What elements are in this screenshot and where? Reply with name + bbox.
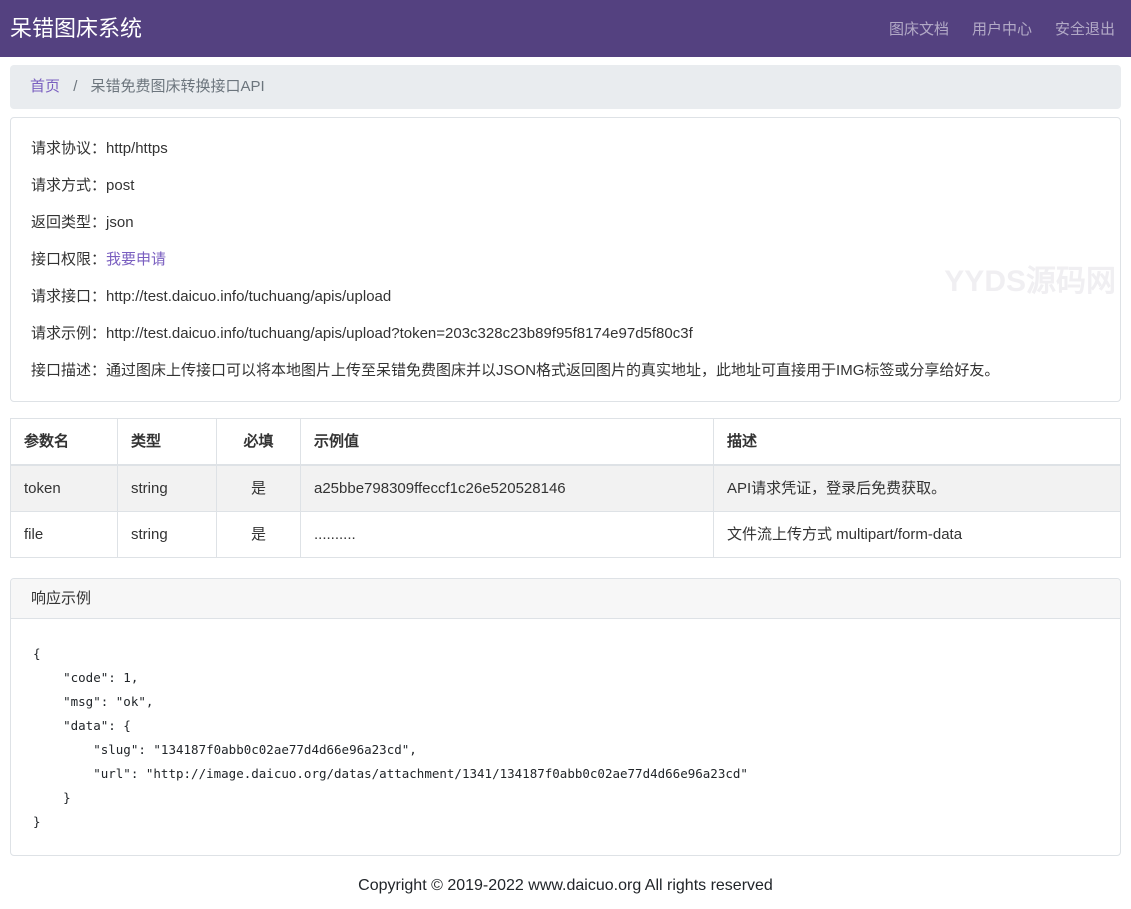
- code-line: "data": {: [33, 714, 1100, 738]
- navbar: 呆错图床系统 图床文档 用户中心 安全退出: [0, 0, 1131, 57]
- table-row: token string 是 a25bbe798309ffeccf1c26e52…: [11, 465, 1121, 512]
- breadcrumb: 首页 / 呆错免费图床转换接口API: [10, 65, 1121, 109]
- param-description-cell: API请求凭证，登录后免费获取。: [714, 465, 1121, 512]
- param-required-cell: 是: [217, 512, 301, 558]
- api-endpoint-line: 请求接口：http://test.daicuo.info/tuchuang/ap…: [31, 286, 1100, 307]
- table-row: file string 是 .......... 文件流上传方式 multipa…: [11, 512, 1121, 558]
- api-description-value: 通过图床上传接口可以将本地图片上传至呆错免费图床并以JSON格式返回图片的真实地…: [106, 362, 999, 379]
- api-description-line: 接口描述：通过图床上传接口可以将本地图片上传至呆错免费图床并以JSON格式返回图…: [31, 360, 1100, 381]
- code-line: "msg": "ok",: [33, 690, 1100, 714]
- code-line: }: [33, 786, 1100, 810]
- col-header-required: 必填: [217, 419, 301, 466]
- api-example-line: 请求示例：http://test.daicuo.info/tuchuang/ap…: [31, 323, 1100, 344]
- api-example-value: http://test.daicuo.info/tuchuang/apis/up…: [106, 325, 693, 342]
- code-line: }: [33, 810, 1100, 834]
- nav-link-user-center[interactable]: 用户中心: [972, 18, 1032, 39]
- api-example-label: 请求示例：: [31, 325, 106, 342]
- breadcrumb-separator: /: [73, 78, 77, 95]
- api-return-type-label: 返回类型：: [31, 214, 106, 231]
- param-example-cell: a25bbe798309ffeccf1c26e520528146: [301, 465, 714, 512]
- api-method-label: 请求方式：: [31, 177, 106, 194]
- api-return-type-value: json: [106, 214, 134, 231]
- api-endpoint-label: 请求接口：: [31, 288, 106, 305]
- api-permission-label: 接口权限：: [31, 251, 106, 268]
- api-protocol-line: 请求协议：http/https: [31, 138, 1100, 159]
- nav-link-docs[interactable]: 图床文档: [889, 18, 949, 39]
- code-line: "slug": "134187f0abb0c02ae77d4d66e96a23c…: [33, 738, 1100, 762]
- api-permission-line: 接口权限：我要申请: [31, 249, 1100, 270]
- api-info-panel: 请求协议：http/https 请求方式：post 返回类型：json 接口权限…: [10, 117, 1121, 402]
- param-name-cell: file: [11, 512, 118, 558]
- response-code-block: { "code": 1, "msg": "ok", "data": { "slu…: [11, 619, 1120, 855]
- table-header-row: 参数名 类型 必填 示例值 描述: [11, 419, 1121, 466]
- code-line: "code": 1,: [33, 666, 1100, 690]
- breadcrumb-home-link[interactable]: 首页: [30, 78, 60, 95]
- response-example-title: 响应示例: [11, 579, 1120, 619]
- param-required-cell: 是: [217, 465, 301, 512]
- api-return-type-line: 返回类型：json: [31, 212, 1100, 233]
- code-line: {: [33, 642, 1100, 666]
- api-endpoint-value: http://test.daicuo.info/tuchuang/apis/up…: [106, 288, 391, 305]
- navbar-links: 图床文档 用户中心 安全退出: [866, 18, 1115, 39]
- nav-link-logout[interactable]: 安全退出: [1055, 18, 1115, 39]
- response-example-panel: 响应示例 { "code": 1, "msg": "ok", "data": {…: [10, 578, 1121, 856]
- param-description-cell: 文件流上传方式 multipart/form-data: [714, 512, 1121, 558]
- param-name-cell: token: [11, 465, 118, 512]
- code-line: "url": "http://image.daicuo.org/datas/at…: [33, 762, 1100, 786]
- col-header-type: 类型: [118, 419, 217, 466]
- api-description-label: 接口描述：: [31, 362, 106, 379]
- col-header-example: 示例值: [301, 419, 714, 466]
- col-header-param-name: 参数名: [11, 419, 118, 466]
- breadcrumb-current-page: 呆错免费图床转换接口API: [91, 78, 265, 95]
- api-method-value: post: [106, 177, 134, 194]
- api-protocol-value: http/https: [106, 140, 168, 157]
- brand-title[interactable]: 呆错图床系统: [10, 0, 142, 57]
- api-protocol-label: 请求协议：: [31, 140, 106, 157]
- col-header-description: 描述: [714, 419, 1121, 466]
- param-example-cell: ..........: [301, 512, 714, 558]
- api-method-line: 请求方式：post: [31, 175, 1100, 196]
- param-type-cell: string: [118, 465, 217, 512]
- param-type-cell: string: [118, 512, 217, 558]
- apply-permission-link[interactable]: 我要申请: [106, 251, 166, 268]
- params-table: 参数名 类型 必填 示例值 描述 token string 是 a25bbe79…: [10, 418, 1121, 558]
- footer-copyright: Copyright © 2019-2022 www.daicuo.org All…: [0, 856, 1131, 909]
